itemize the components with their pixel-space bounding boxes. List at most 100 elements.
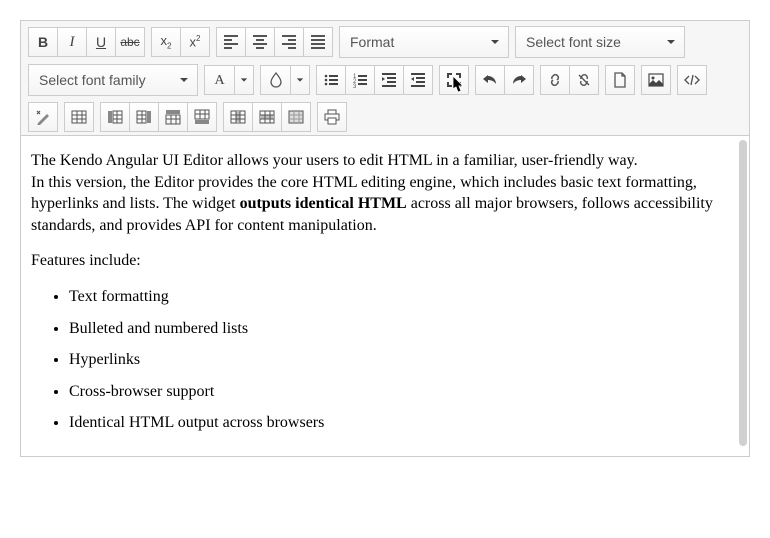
- clean-format-button[interactable]: [28, 102, 58, 132]
- content-paragraph: Features include:: [31, 250, 735, 272]
- undo-icon: [482, 72, 498, 88]
- bold-button[interactable]: B: [28, 27, 58, 57]
- chevron-down-icon: [171, 75, 197, 85]
- back-color-split-button[interactable]: [260, 65, 310, 95]
- table-delete-group: [223, 102, 311, 132]
- list-group: 123: [316, 65, 433, 95]
- italic-icon: I: [70, 34, 75, 51]
- chevron-down-icon: [482, 37, 508, 47]
- insert-table-button[interactable]: [64, 102, 94, 132]
- redo-icon: [511, 72, 527, 88]
- numbered-list-icon: 123: [352, 72, 368, 88]
- delete-col-button[interactable]: [223, 102, 253, 132]
- align-center-button[interactable]: [245, 27, 275, 57]
- align-left-button[interactable]: [216, 27, 246, 57]
- list-item: Cross-browser support: [69, 381, 735, 403]
- add-col-left-icon: [107, 109, 123, 125]
- subscript-button[interactable]: x2: [151, 27, 181, 57]
- feature-list: Text formatting Bulleted and numbered li…: [31, 286, 735, 434]
- droplet-icon: [268, 72, 284, 88]
- delete-table-button[interactable]: [281, 102, 311, 132]
- strikethrough-button[interactable]: abc: [115, 27, 145, 57]
- add-row-below-icon: [194, 109, 210, 125]
- align-right-button[interactable]: [274, 27, 304, 57]
- bullet-list-icon: [323, 72, 339, 88]
- image-icon: [648, 72, 664, 88]
- back-color-button[interactable]: [260, 65, 290, 95]
- table-icon: [71, 109, 87, 125]
- rich-text-editor: B I U abc x2 x2: [20, 20, 750, 457]
- add-col-left-button[interactable]: [100, 102, 130, 132]
- editor-content[interactable]: The Kendo Angular UI Editor allows your …: [21, 136, 749, 456]
- content-area-wrap: The Kendo Angular UI Editor allows your …: [21, 136, 749, 456]
- fontfamily-dropdown[interactable]: Select font family: [28, 64, 198, 96]
- link-button[interactable]: [540, 65, 570, 95]
- unlink-icon: [576, 72, 592, 88]
- list-item: Text formatting: [69, 286, 735, 308]
- print-button[interactable]: [317, 102, 347, 132]
- outdent-button[interactable]: [403, 65, 433, 95]
- redo-button[interactable]: [504, 65, 534, 95]
- indent-icon: [381, 72, 397, 88]
- underline-icon: U: [96, 34, 106, 50]
- svg-text:3: 3: [353, 84, 357, 88]
- file-icon: [612, 72, 628, 88]
- fontfamily-label: Select font family: [29, 72, 171, 88]
- format-dropdown[interactable]: Format: [339, 26, 509, 58]
- link-group: [540, 65, 599, 95]
- font-color-split-button[interactable]: A: [204, 65, 254, 95]
- align-justify-button[interactable]: [303, 27, 333, 57]
- unordered-list-button[interactable]: [316, 65, 346, 95]
- italic-button[interactable]: I: [57, 27, 87, 57]
- fullscreen-button[interactable]: [439, 65, 469, 95]
- delete-col-icon: [230, 109, 246, 125]
- strikethrough-icon: abc: [120, 35, 139, 49]
- align-group: [216, 27, 333, 57]
- undo-button[interactable]: [475, 65, 505, 95]
- chevron-down-icon: [240, 76, 248, 84]
- code-icon: [684, 72, 700, 88]
- align-right-icon: [281, 34, 297, 50]
- insert-image-button[interactable]: [641, 65, 671, 95]
- list-item: Identical HTML output across browsers: [69, 412, 735, 434]
- delete-row-icon: [259, 109, 275, 125]
- insert-file-button[interactable]: [605, 65, 635, 95]
- fontsize-label: Select font size: [516, 34, 658, 50]
- add-col-right-icon: [136, 109, 152, 125]
- delete-row-button[interactable]: [252, 102, 282, 132]
- chevron-down-icon: [296, 76, 304, 84]
- unlink-button[interactable]: [569, 65, 599, 95]
- indent-button[interactable]: [374, 65, 404, 95]
- fullscreen-icon: [446, 72, 462, 88]
- align-left-icon: [223, 34, 239, 50]
- font-color-arrow[interactable]: [234, 65, 254, 95]
- clear-format-icon: [35, 109, 51, 125]
- view-html-button[interactable]: [677, 65, 707, 95]
- history-group: [475, 65, 534, 95]
- print-icon: [324, 109, 340, 125]
- superscript-icon: x2: [190, 34, 201, 49]
- add-col-right-button[interactable]: [129, 102, 159, 132]
- outdent-icon: [410, 72, 426, 88]
- list-item: Hyperlinks: [69, 349, 735, 371]
- add-row-below-button[interactable]: [187, 102, 217, 132]
- align-justify-icon: [310, 34, 326, 50]
- content-paragraph: The Kendo Angular UI Editor allows your …: [31, 150, 735, 236]
- toolbar: B I U abc x2 x2: [21, 21, 749, 136]
- align-center-icon: [252, 34, 268, 50]
- chevron-down-icon: [658, 37, 684, 47]
- bold-icon: B: [38, 34, 48, 50]
- font-color-button[interactable]: A: [204, 65, 234, 95]
- back-color-arrow[interactable]: [290, 65, 310, 95]
- add-row-above-icon: [165, 109, 181, 125]
- superscript-button[interactable]: x2: [180, 27, 210, 57]
- font-color-icon: A: [214, 71, 224, 89]
- scrollbar[interactable]: [739, 140, 747, 446]
- format-label: Format: [340, 34, 482, 50]
- delete-table-icon: [288, 109, 304, 125]
- underline-button[interactable]: U: [86, 27, 116, 57]
- add-row-above-button[interactable]: [158, 102, 188, 132]
- table-col-group: [100, 102, 217, 132]
- ordered-list-button[interactable]: 123: [345, 65, 375, 95]
- fontsize-dropdown[interactable]: Select font size: [515, 26, 685, 58]
